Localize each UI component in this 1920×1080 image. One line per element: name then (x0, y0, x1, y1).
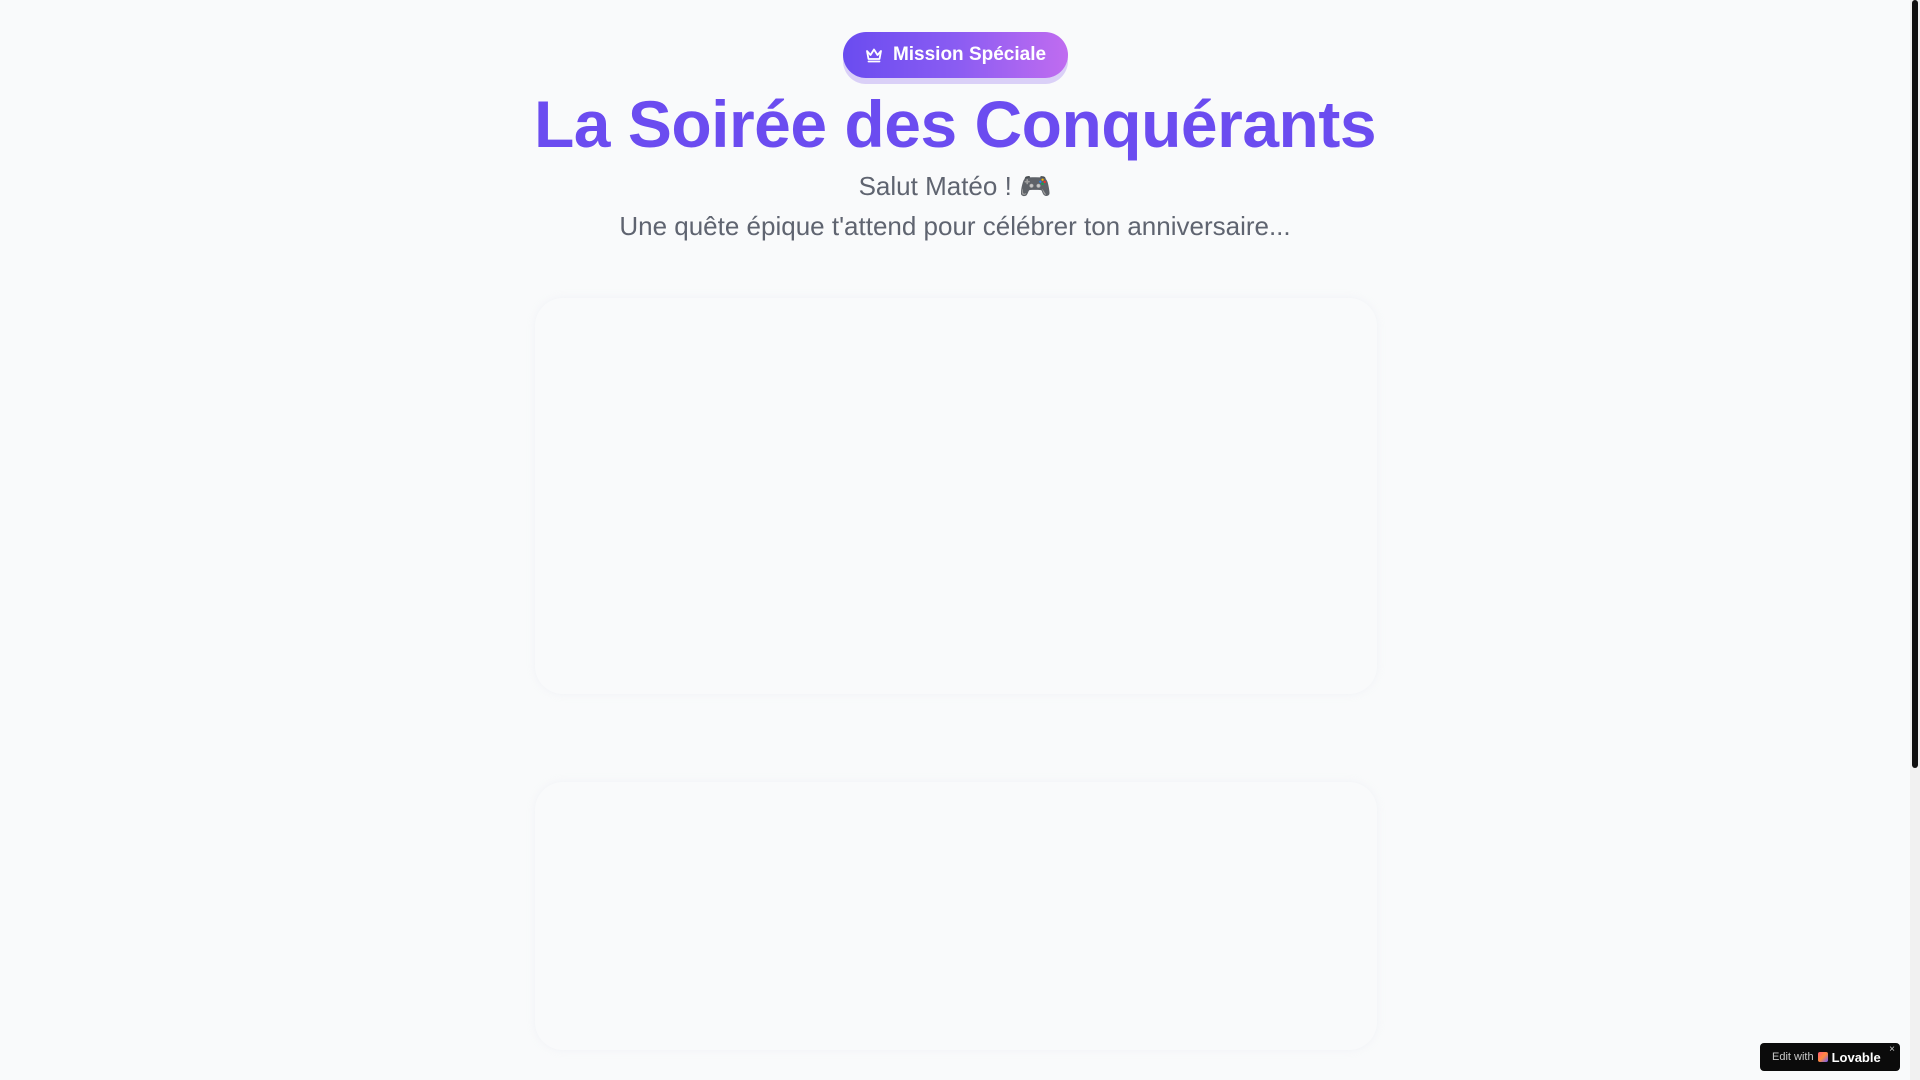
page: Mission Spéciale La Soirée des Conquéran… (0, 0, 1920, 1080)
edit-with-label: Edit with (1772, 1051, 1814, 1063)
content-card (535, 298, 1377, 694)
mission-badge-label: Mission Spéciale (892, 44, 1047, 65)
close-icon[interactable]: × (1889, 1044, 1895, 1056)
scrollbar[interactable] (1910, 0, 1920, 1080)
subtitle-text: Une quête épique t'attend pour célébrer … (619, 211, 1291, 241)
mission-badge: Mission Spéciale (843, 32, 1068, 78)
crown-icon (865, 47, 883, 63)
scrollbar-thumb[interactable] (1912, 0, 1918, 768)
lovable-brand-label: Lovable (1831, 1049, 1881, 1065)
edit-with-lovable-button[interactable]: Edit with Lovable × (1760, 1043, 1900, 1071)
content-card (535, 782, 1377, 1050)
lovable-logo-icon (1817, 1052, 1828, 1062)
greeting-text: Salut Matéo ! 🎮 (858, 171, 1052, 201)
page-title: La Soirée des Conquérants (533, 87, 1377, 161)
